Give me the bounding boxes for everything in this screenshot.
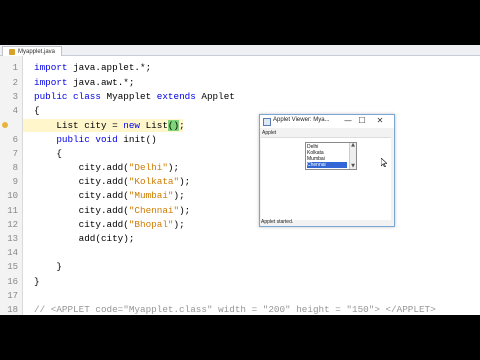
code-line: city.add("Bhopal"); (34, 219, 185, 230)
applet-viewer-icon (263, 118, 271, 126)
applet-viewer-window[interactable]: Applet Viewer: Mya... — ☐ ✕ Applet Delhi… (259, 114, 395, 227)
line-number-gutter: 1 2 3 4 6 7 8 9 10 11 12 13 14 15 16 17 … (0, 56, 23, 315)
code-line: } (34, 276, 40, 287)
code-comment-line: // <APPLET code="Myapplet.class" width =… (34, 304, 436, 315)
code-line: city.add("Kolkata"); (34, 176, 191, 187)
applet-menu[interactable]: Applet (262, 130, 276, 136)
line-number: 12 (7, 220, 18, 230)
tab-myapplet-java[interactable]: Myapplet.java (2, 46, 63, 56)
bracket-match-highlight: () (167, 120, 180, 131)
line-number: 3 (12, 92, 18, 102)
applet-panel: Delhi Kolkata Mumbai Chennai ▲ ▼ (261, 137, 391, 220)
editor-tab-bar: Myapplet.java (0, 45, 480, 56)
list-item-selected[interactable]: Chennai (307, 162, 347, 168)
warning-icon[interactable] (2, 122, 8, 128)
line-number: 7 (12, 149, 18, 159)
code-line: city.add("Mumbai"); (34, 190, 185, 201)
close-button[interactable]: ✕ (374, 116, 386, 126)
mouse-cursor-icon (381, 158, 387, 167)
java-file-icon (9, 48, 15, 55)
list-scrollbar[interactable]: ▲ ▼ (349, 143, 356, 169)
code-line: city.add("Delhi"); (34, 162, 180, 173)
line-number: 2 (12, 78, 18, 88)
line-number: 6 (12, 135, 18, 145)
line-number: 4 (12, 106, 18, 116)
code-line: } (34, 261, 62, 272)
code-line: city.add("Chennai"); (34, 205, 191, 216)
line-number: 11 (7, 206, 18, 216)
tab-label: Myapplet.java (18, 48, 56, 55)
code-line: { (34, 105, 40, 116)
code-line: { (34, 148, 62, 159)
minimize-button[interactable]: — (342, 116, 354, 126)
window-title: Applet Viewer: Mya... (273, 117, 330, 123)
code-line: List city = new List(); (34, 120, 185, 131)
code-line: import java.applet.*; (34, 62, 152, 73)
line-number: 13 (7, 234, 18, 244)
maximize-button[interactable]: ☐ (356, 116, 368, 126)
applet-status: Applet started. (261, 219, 294, 225)
line-number: 14 (7, 248, 18, 258)
window-title-bar[interactable]: Applet Viewer: Mya... — ☐ ✕ (260, 115, 394, 128)
line-number: 9 (12, 177, 18, 187)
line-number: 1 (12, 63, 18, 73)
city-list[interactable]: Delhi Kolkata Mumbai Chennai ▲ ▼ (305, 142, 387, 170)
code-line: add(city); (34, 233, 135, 244)
scroll-up-icon[interactable]: ▲ (350, 143, 356, 148)
code-line: public class Myapplet extends Applet (34, 91, 235, 102)
code-line: import java.awt.*; (34, 77, 135, 88)
line-number: 10 (7, 191, 18, 201)
line-number: 18 (7, 305, 18, 315)
line-number: 17 (7, 291, 18, 301)
code-line: public void init() (56, 134, 157, 145)
line-number: 16 (7, 277, 18, 287)
editor-frame: Myapplet.java 1 2 3 4 6 7 8 9 10 11 12 1… (0, 45, 480, 315)
scroll-down-icon[interactable]: ▼ (350, 164, 356, 169)
line-number: 15 (7, 262, 18, 272)
line-number: 8 (12, 163, 18, 173)
